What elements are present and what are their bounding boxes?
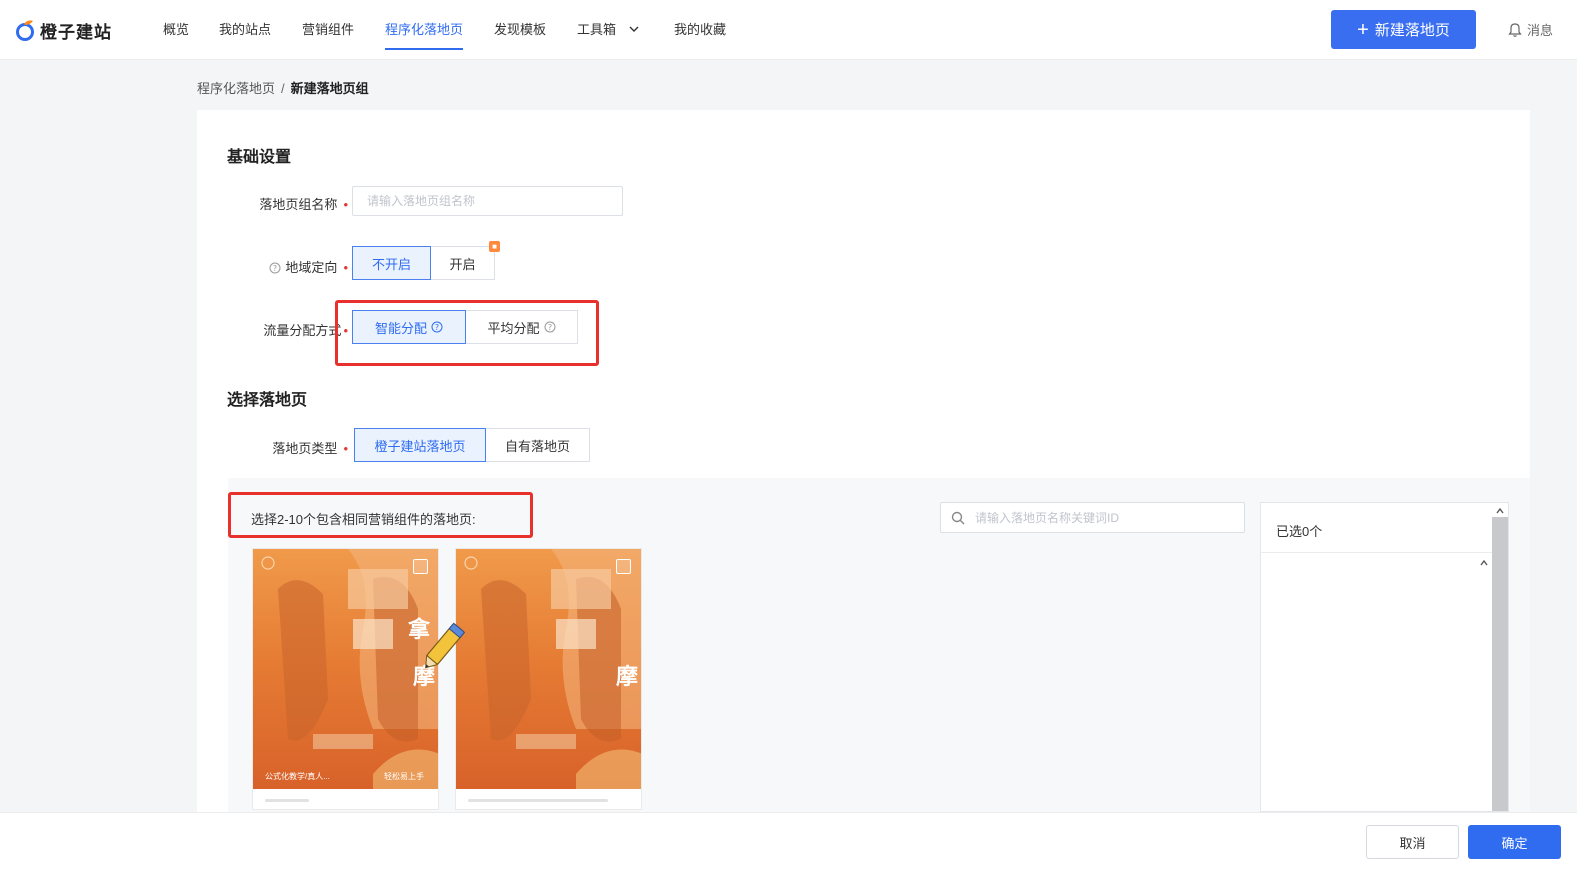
nav-item-toolbox[interactable]: 工具箱 [577, 21, 640, 51]
page-type-toggle: 橙子建站落地页 自有落地页 [354, 428, 590, 462]
traffic-allocation-label: 流量分配方式 • [233, 320, 348, 339]
new-landing-page-button[interactable]: + 新建落地页 [1331, 10, 1476, 49]
footer-action-bar [0, 812, 1577, 869]
plus-icon: + [1357, 18, 1369, 41]
orange-site-pages-option[interactable]: 橙子建站落地页 [354, 428, 486, 462]
landing-page-preview-image: 摩 [456, 549, 641, 789]
required-mark: • [343, 441, 348, 456]
svg-text:摩: 摩 [616, 664, 638, 690]
thumbnail-caption-right: 轻松易上手 [384, 772, 424, 781]
new-badge-icon: ■ [489, 241, 500, 252]
highlight-box-selection-hint [228, 492, 533, 538]
required-mark: • [343, 260, 348, 275]
basic-settings-title: 基础设置 [227, 149, 292, 166]
page-search-input[interactable] [975, 510, 1225, 525]
confirm-button[interactable]: 确定 [1468, 825, 1561, 859]
new-landing-page-label: 新建落地页 [1374, 22, 1450, 39]
geo-off-option[interactable]: 不开启 [352, 246, 431, 280]
nav-item-programmatic-landing[interactable]: 程序化落地页 [385, 21, 464, 51]
thumbnail-checkbox[interactable] [413, 559, 428, 574]
geo-on-option[interactable]: 开启 ■ [431, 241, 500, 280]
geo-targeting-toggle: 不开启 开启 ■ [352, 241, 500, 280]
geo-targeting-label: ? 地域定向 • [233, 257, 348, 276]
chevron-down-icon [629, 26, 639, 32]
geo-targeting-label-text: 地域定向 [285, 260, 338, 275]
orange-logo-icon [16, 20, 34, 41]
scroll-up-icon[interactable] [1496, 507, 1504, 515]
logo[interactable]: 橙子建站 [14, 16, 112, 44]
own-pages-option[interactable]: 自有落地页 [486, 428, 590, 462]
page-search-box [940, 502, 1245, 533]
logo-text: 橙子建站 [40, 22, 112, 42]
thumbnail-title-placeholder [468, 799, 608, 802]
pencil-cursor-icon [425, 622, 466, 669]
cancel-button[interactable]: 取消 [1366, 825, 1459, 859]
highlight-box-traffic-allocation [335, 300, 599, 366]
messages-link[interactable]: 消息 [1507, 20, 1553, 39]
landing-page-thumbnail[interactable]: 摩 [455, 548, 642, 810]
bell-icon [1508, 22, 1522, 37]
nav-item-favorites[interactable]: 我的收藏 [674, 21, 726, 51]
selected-count: 已选0个 [1261, 503, 1508, 553]
group-name-label: 落地页组名称 • [233, 194, 348, 213]
thumbnail-title-placeholder [265, 799, 309, 802]
top-navigation-bar: 橙子建站 概览 我的站点 营销组件 程序化落地页 发现模板 工具箱 我的收藏 +… [0, 0, 1577, 60]
nav-item-my-sites[interactable]: 我的站点 [219, 21, 271, 51]
group-name-input[interactable] [352, 186, 623, 216]
select-pages-title: 选择落地页 [227, 392, 308, 409]
landing-page-preview-image: 拿 摩 [253, 549, 438, 789]
help-icon[interactable]: ? [269, 262, 281, 274]
breadcrumb-current: 新建落地页组 [290, 81, 369, 96]
required-mark: • [343, 197, 348, 212]
thumbnail-footer [253, 789, 438, 809]
page-type-label-text: 落地页类型 [272, 441, 338, 456]
breadcrumb-separator: / [281, 81, 285, 96]
selected-pages-panel: 已选0个 [1260, 502, 1509, 812]
breadcrumb: 程序化落地页 / 新建落地页组 [197, 78, 369, 97]
group-name-label-text: 落地页组名称 [259, 197, 338, 212]
scrollbar[interactable] [1492, 517, 1508, 811]
inner-scroll-up-icon[interactable] [1480, 559, 1488, 567]
landing-page-thumbnail[interactable]: 拿 摩 公式化教学/真人... 轻松易上手 [252, 548, 439, 810]
traffic-allocation-label-text: 流量分配方式 [263, 323, 342, 338]
search-icon [951, 511, 965, 524]
messages-label: 消息 [1527, 23, 1554, 38]
svg-text:?: ? [273, 264, 277, 273]
nav-item-overview[interactable]: 概览 [163, 21, 189, 51]
nav-item-marketing-components[interactable]: 营销组件 [302, 21, 354, 51]
thumbnail-caption-left: 公式化教学/真人... [265, 772, 330, 781]
thumbnail-checkbox[interactable] [616, 559, 631, 574]
nav-item-toolbox-label: 工具箱 [577, 22, 617, 37]
page-type-label: 落地页类型 • [233, 438, 348, 457]
geo-on-option-label: 开启 [449, 256, 476, 272]
nav-item-discover-templates[interactable]: 发现模板 [494, 21, 546, 51]
thumbnail-footer [456, 789, 641, 809]
breadcrumb-parent[interactable]: 程序化落地页 [197, 81, 275, 96]
